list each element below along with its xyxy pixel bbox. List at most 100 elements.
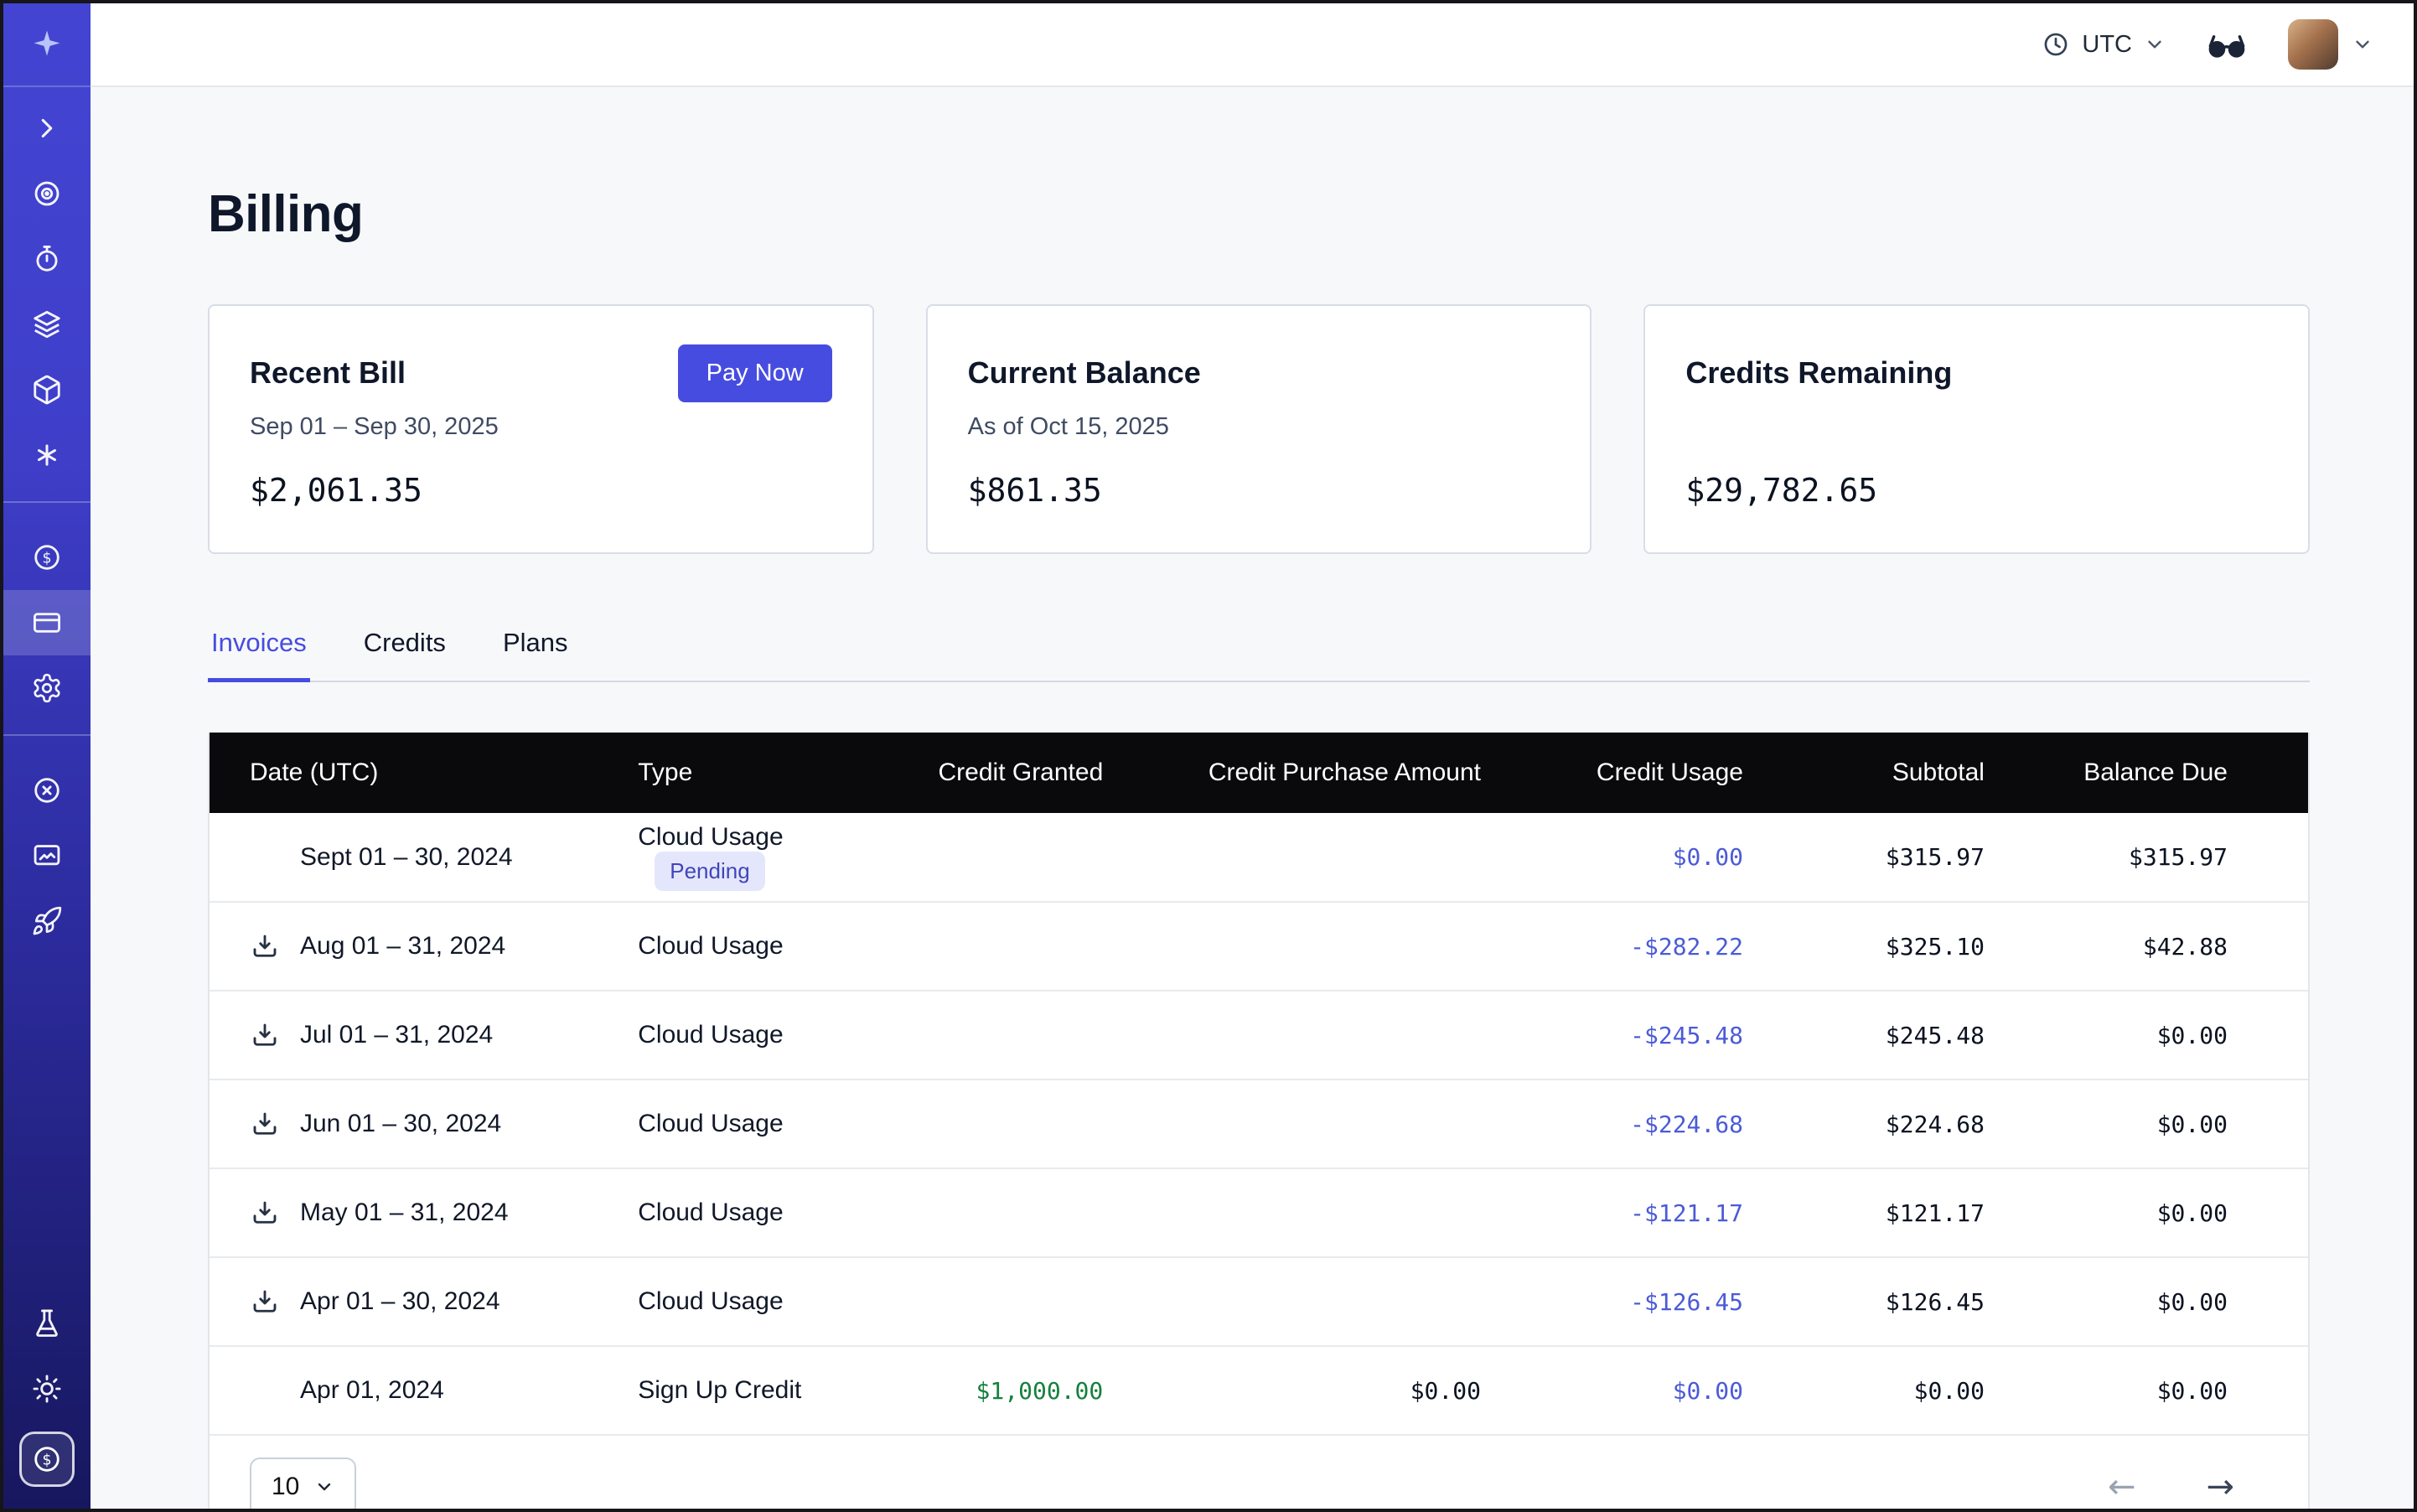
card-subtitle-empty [1685,413,2268,445]
subtotal-cell: $0.00 [1783,1346,2025,1435]
sidebar-divider [3,734,91,736]
col-header-type: Type [598,733,871,813]
invoice-date: Apr 01 – 30, 2024 [300,1287,500,1316]
sidebar-nav-bottom [3,749,91,954]
collapse-chevron-icon[interactable] [3,96,91,161]
avatar [2288,19,2338,70]
credit-granted-cell [871,1257,1144,1346]
card-title: Current Balance [968,355,1201,391]
invoice-row: Jul 01 – 31, 2024 Cloud Usage -$245.48 $… [210,991,2308,1080]
invoice-date: May 01 – 31, 2024 [300,1199,509,1227]
prev-page-arrow-icon[interactable]: ← [2108,1470,2136,1504]
current-balance-card: Current Balance As of Oct 15, 2025 $861.… [926,304,1592,554]
credit-granted-cell: $1,000.00 [871,1346,1144,1435]
timezone-selector[interactable]: UTC [2042,30,2166,59]
logo-icon[interactable] [3,3,91,87]
sidebar-divider [3,501,91,503]
page-size-select[interactable]: 10 [250,1458,356,1509]
credit-granted-cell [871,902,1144,991]
chevron-down-icon [2352,34,2373,55]
svg-text:$: $ [42,1452,51,1468]
support-circle-x-icon[interactable] [3,758,91,823]
credit-usage-cell: -$121.17 [1521,1168,1783,1257]
app-window: $ [0,0,2417,1512]
sidebar: $ [3,3,91,1509]
chevron-down-icon [2144,34,2166,55]
subtotal-cell: $325.10 [1783,902,2025,991]
download-invoice-button[interactable] [250,1287,280,1317]
invoice-type-cell: Cloud Usage [598,902,871,991]
usage-dollar-icon[interactable]: $ [3,525,91,590]
layers-icon[interactable] [3,292,91,357]
tab-invoices[interactable]: Invoices [208,611,310,682]
page-size-value: 10 [272,1473,299,1501]
recent-bill-amount: $2,061.35 [250,472,832,509]
invoice-type-cell: Cloud UsagePending [598,813,871,902]
settings-gear-icon[interactable] [3,655,91,721]
display-icon[interactable] [3,823,91,888]
invoice-row: Apr 01 – 30, 2024 Cloud Usage -$126.45 $… [210,1257,2308,1346]
theme-sun-icon[interactable] [3,1356,91,1421]
clock-icon [2042,30,2070,59]
billing-credit-card-icon[interactable] [3,590,91,655]
download-invoice-button[interactable] [250,1198,280,1228]
labs-flask-icon[interactable] [3,1291,91,1356]
pagination: ← → [2108,1470,2268,1504]
next-page-arrow-icon[interactable]: → [2206,1470,2234,1504]
credit-usage-cell: -$126.45 [1521,1257,1783,1346]
credits-remaining-card: Credits Remaining $29,782.65 [1643,304,2310,554]
card-title: Recent Bill [250,355,406,391]
col-header-date: Date (UTC) [210,733,598,813]
timer-icon[interactable] [3,226,91,292]
asterisk-icon[interactable] [3,422,91,488]
pay-now-button[interactable]: Pay Now [678,344,832,402]
target-icon[interactable] [3,161,91,226]
recent-bill-card: Recent Bill Pay Now Sep 01 – Sep 30, 202… [208,304,874,554]
svg-text:$: $ [42,550,51,567]
rocket-icon[interactable] [3,888,91,954]
package-icon[interactable] [3,357,91,422]
invoice-date: Jun 01 – 30, 2024 [300,1110,501,1138]
subtotal-cell: $126.45 [1783,1257,2025,1346]
credit-granted-cell [871,813,1144,902]
sidebar-spacer [3,954,91,1282]
balance-due-cell: $315.97 [2025,813,2308,902]
invoice-row: Sept 01 – 30, 2024 Cloud UsagePending $0… [210,813,2308,902]
invoice-row: Aug 01 – 31, 2024 Cloud Usage -$282.22 $… [210,902,2308,991]
glasses-icon[interactable] [2206,28,2248,61]
invoice-date: Sept 01 – 30, 2024 [300,843,513,872]
invoice-type-cell: Cloud Usage [598,1080,871,1168]
credits-dollar-icon[interactable]: $ [19,1432,75,1487]
pending-badge: Pending [655,852,764,891]
balance-due-cell: $0.00 [2025,991,2308,1080]
col-header-balance-due: Balance Due [2025,733,2308,813]
credit-granted-cell [871,1168,1144,1257]
subtotal-cell: $245.48 [1783,991,2025,1080]
credit-usage-cell: -$224.68 [1521,1080,1783,1168]
credit-purchase-cell [1143,902,1521,991]
invoice-date: Aug 01 – 31, 2024 [300,932,505,961]
download-invoice-button[interactable] [250,1020,280,1050]
tab-plans[interactable]: Plans [499,611,572,682]
credit-usage-cell: -$282.22 [1521,902,1783,991]
chevron-down-icon [314,1477,334,1497]
invoice-type-cell: Cloud Usage [598,1168,871,1257]
sidebar-utility-group [3,1282,91,1421]
summary-cards: Recent Bill Pay Now Sep 01 – Sep 30, 202… [208,304,2310,554]
credit-usage-cell: $0.00 [1521,813,1783,902]
invoice-row: Apr 01, 2024 Sign Up Credit $1,000.00 $0… [210,1346,2308,1435]
invoice-type: Cloud Usage [638,1110,783,1137]
subtotal-cell: $315.97 [1783,813,2025,902]
tab-credits[interactable]: Credits [360,611,449,682]
download-invoice-button[interactable] [250,1109,280,1139]
invoice-row: Jun 01 – 30, 2024 Cloud Usage -$224.68 $… [210,1080,2308,1168]
invoice-type: Cloud Usage [638,823,783,851]
download-invoice-button[interactable] [250,931,280,961]
credit-purchase-cell [1143,1080,1521,1168]
credit-purchase-cell: $0.00 [1143,1346,1521,1435]
credits-remaining-amount: $29,782.65 [1685,472,2268,509]
subtotal-cell: $121.17 [1783,1168,2025,1257]
invoice-type-cell: Sign Up Credit [598,1346,871,1435]
balance-due-cell: $0.00 [2025,1080,2308,1168]
account-menu[interactable] [2288,19,2373,70]
